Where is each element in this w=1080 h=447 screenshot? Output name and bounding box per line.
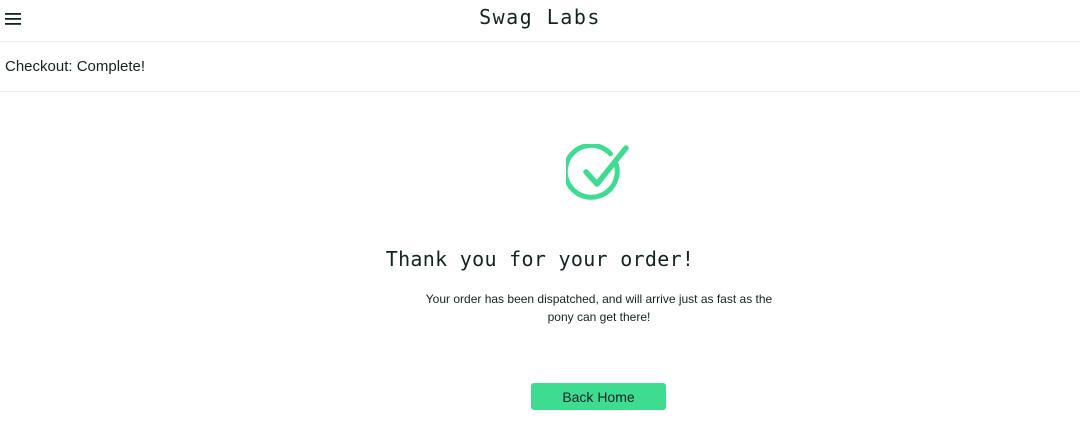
complete-header: Thank you for your order! (385, 247, 695, 271)
back-home-button[interactable]: Back Home (531, 383, 666, 410)
page-title: Checkout: Complete! (5, 58, 146, 75)
checkmark-circle-icon (562, 142, 632, 206)
secondary-header: Checkout: Complete! (0, 42, 1080, 92)
app-logo: Swag Labs (479, 5, 601, 29)
complete-text: Your order has been dispatched, and will… (425, 292, 773, 324)
primary-header: Swag Labs (0, 0, 1080, 42)
checkout-complete-container: Thank you for your order! Your order has… (0, 92, 1080, 447)
